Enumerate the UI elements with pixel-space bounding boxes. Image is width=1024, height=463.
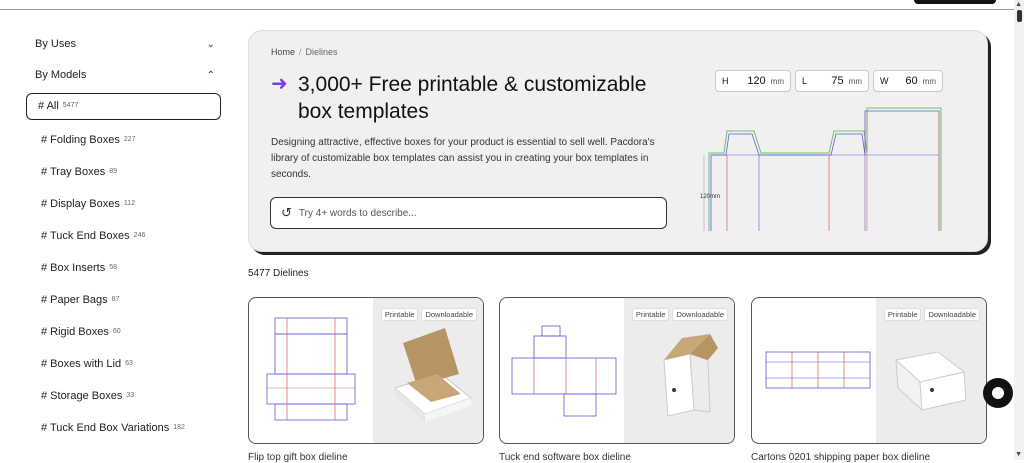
tag-printable: Printable	[380, 308, 419, 321]
top-button[interactable]	[914, 0, 996, 4]
dieline-thumbnail	[511, 325, 617, 417]
sidebar-item-count: 87	[111, 296, 120, 303]
breadcrumb-current: Dielines	[305, 47, 338, 57]
chevron-down-icon: ⌄	[206, 38, 215, 50]
sidebar-item-count: 182	[173, 424, 185, 431]
search-placeholder: Try 4+ words to describe...	[298, 207, 417, 219]
sidebar-item-display-boxes[interactable]: # Display Boxes 112	[41, 198, 135, 210]
dimension-unit: mm	[848, 76, 862, 86]
sidebar-item-boxes-with-lid[interactable]: # Boxes with Lid 63	[41, 358, 133, 370]
sidebar-item-count: 63	[125, 360, 133, 367]
hero-description: Designing attractive, effective boxes fo…	[271, 137, 655, 180]
dimension-label: H	[722, 76, 729, 86]
dimension-unit: mm	[770, 76, 784, 86]
sidebar-item-tuck-end-box-variations[interactable]: # Tuck End Box Variations 182	[41, 422, 185, 434]
sidebar-group-label: By Uses	[35, 38, 76, 50]
breadcrumb-home[interactable]: Home	[271, 47, 295, 57]
card-tags: Printable Downloadable	[883, 308, 980, 321]
sidebar-item-count: 58	[109, 264, 117, 271]
dimension-value: 75	[831, 75, 844, 87]
sidebar-item-count: 227	[123, 136, 136, 143]
sidebar-group-by-models[interactable]: By Models ⌃	[35, 69, 215, 81]
sidebar-item-paper-bags[interactable]: # Paper Bags 87	[41, 294, 119, 306]
dieline-card[interactable]: Printable Downloadable	[751, 297, 987, 444]
sidebar-item-count: 33	[126, 392, 135, 399]
dimension-label: W	[880, 76, 889, 86]
sidebar-item-label: # Storage Boxes	[41, 390, 123, 402]
sidebar-item-all[interactable]: # All 5477	[38, 100, 78, 112]
dieline-thumbnail	[266, 317, 356, 421]
ai-search-icon: ↺	[281, 205, 292, 220]
sidebar-item-box-inserts[interactable]: # Box Inserts 58	[41, 262, 117, 274]
sidebar-group-label: By Models	[35, 69, 87, 81]
scroll-thumb[interactable]	[1017, 10, 1022, 22]
sidebar-item-storage-boxes[interactable]: # Storage Boxes 33	[41, 390, 134, 402]
tag-printable: Printable	[631, 308, 670, 321]
sidebar-item-label: # Display Boxes	[41, 198, 120, 210]
page-title-line2: box templates	[298, 100, 429, 123]
sidebar-item-tuck-end-boxes[interactable]: # Tuck End Boxes 246	[41, 230, 145, 242]
tag-downloadable: Downloadable	[924, 308, 980, 321]
sidebar-item-label: # Tuck End Boxes	[41, 230, 130, 242]
hero-banner: Home / Dielines ➜ 3,000+ Free printable & …	[248, 30, 988, 252]
sidebar-item-count: 5477	[62, 102, 79, 109]
dimension-height-field[interactable]: H 120 mm	[715, 70, 791, 92]
dieline-card[interactable]: Printable Downloadable	[499, 297, 735, 444]
sidebar-item-label: # Boxes with Lid	[41, 358, 122, 370]
tag-printable: Printable	[883, 308, 922, 321]
sidebar-item-label: # Folding Boxes	[41, 134, 120, 146]
sidebar-item-label: # All	[38, 100, 59, 112]
sidebar-item-count: 89	[109, 168, 117, 175]
card-title[interactable]: Cartons 0201 shipping paper box dieline	[751, 452, 930, 463]
sidebar-group-by-uses[interactable]: By Uses ⌄	[35, 38, 215, 50]
dimension-value: 120	[747, 75, 766, 87]
scroll-down-icon[interactable]: ▼	[1015, 451, 1022, 458]
height-label: 120mm	[700, 194, 721, 200]
card-title[interactable]: Tuck end software box dieline	[499, 452, 631, 463]
sidebar-item-label: # Rigid Boxes	[41, 326, 109, 338]
results-count: 5477 Dielines	[248, 268, 309, 279]
chat-button[interactable]	[983, 378, 1013, 408]
sidebar-item-count: 60	[112, 328, 121, 335]
sidebar-item-label: # Paper Bags	[41, 294, 108, 306]
card-tags: Printable Downloadable	[380, 308, 477, 321]
chat-icon	[992, 387, 1004, 399]
scrollbar[interactable]: ▲ ▼	[1014, 0, 1024, 460]
tag-downloadable: Downloadable	[421, 308, 477, 321]
search-input[interactable]: ↺ Try 4+ words to describe...	[270, 197, 667, 229]
sidebar-item-count: 112	[123, 200, 136, 207]
sidebar-item-folding-boxes[interactable]: # Folding Boxes 227	[41, 134, 136, 146]
card-title[interactable]: Flip top gift box dieline	[248, 452, 348, 463]
sidebar-item-label: # Tuck End Box Variations	[41, 422, 170, 434]
page-title-line1: 3,000+ Free printable & customizable	[298, 73, 647, 96]
breadcrumb-separator: /	[299, 47, 302, 57]
dimension-label: L	[802, 76, 808, 86]
sidebar-item-tray-boxes[interactable]: # Tray Boxes 89	[41, 166, 117, 178]
chevron-up-icon: ⌃	[206, 69, 215, 81]
sidebar-item-label: # Tray Boxes	[41, 166, 106, 178]
top-bar	[0, 0, 1016, 10]
arrow-right-icon: ➜	[271, 73, 288, 95]
scroll-up-icon[interactable]: ▲	[1015, 1, 1022, 8]
dieline-thumbnail	[765, 351, 871, 389]
dimension-unit: mm	[922, 76, 936, 86]
dieline-card[interactable]: Printable Downloadable	[248, 297, 484, 444]
tag-downloadable: Downloadable	[672, 308, 728, 321]
sidebar-item-count: 246	[133, 232, 146, 239]
sidebar-item-rigid-boxes[interactable]: # Rigid Boxes 60	[41, 326, 121, 338]
sidebar-item-label: # Box Inserts	[41, 262, 106, 274]
card-tags: Printable Downloadable	[631, 308, 728, 321]
dimension-width-field[interactable]: W 60 mm	[873, 70, 943, 92]
dimension-value: 60	[905, 75, 918, 87]
breadcrumb: Home / Dielines	[271, 47, 338, 57]
page-title: ➜ 3,000+ Free printable & customizable b…	[271, 71, 691, 125]
dimension-length-field[interactable]: L 75 mm	[795, 70, 869, 92]
dieline-preview	[703, 107, 942, 231]
